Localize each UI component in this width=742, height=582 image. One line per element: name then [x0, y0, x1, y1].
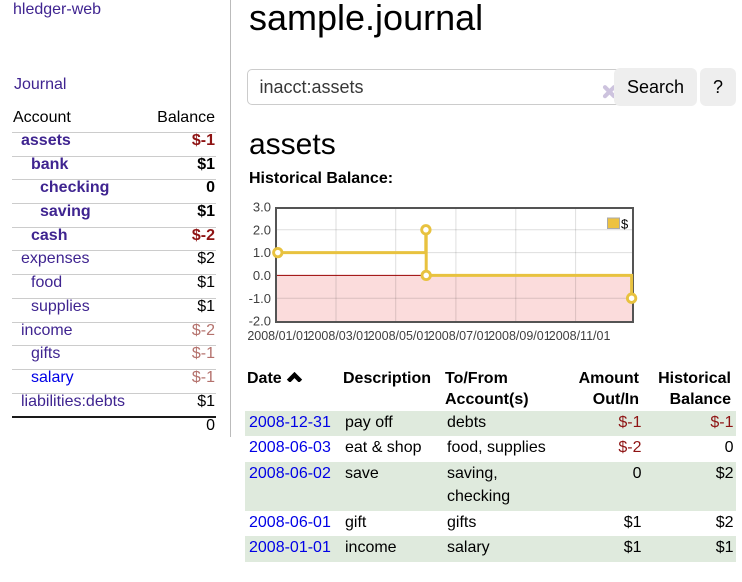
svg-text:$: $: [621, 217, 629, 232]
svg-text:2.0: 2.0: [253, 222, 271, 237]
svg-text:1.0: 1.0: [253, 245, 271, 260]
svg-text:2008/09/01: 2008/09/01: [488, 329, 551, 343]
svg-text:2008/03/01: 2008/03/01: [308, 329, 371, 343]
svg-text:-1.0: -1.0: [249, 291, 271, 306]
svg-text:-2.0: -2.0: [249, 314, 271, 329]
svg-text:2008/07/01: 2008/07/01: [428, 329, 491, 343]
svg-text:2008/05/01: 2008/05/01: [368, 329, 431, 343]
svg-text:2008/11/01: 2008/11/01: [549, 329, 611, 343]
svg-text:2008/01/01: 2008/01/01: [247, 329, 310, 343]
svg-text:3.0: 3.0: [253, 200, 271, 215]
svg-text:0.0: 0.0: [253, 268, 271, 283]
